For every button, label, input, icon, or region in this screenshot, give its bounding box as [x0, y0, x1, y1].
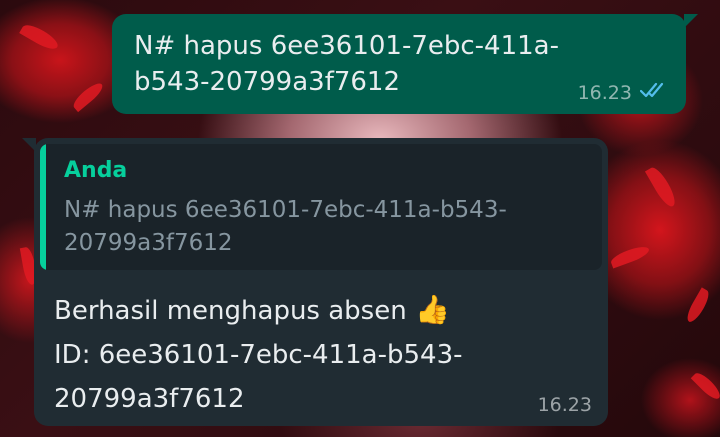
incoming-line-2: ID: 6ee36101-7ebc-411a-b543-20799a3f7612 — [54, 340, 463, 414]
thumbs-up-icon: 👍 — [414, 293, 450, 326]
incoming-message[interactable]: Anda N# hapus 6ee36101-7ebc-411a-b543-20… — [22, 138, 608, 426]
quoted-text: N# hapus 6ee36101-7ebc-411a-b543-20799a3… — [64, 197, 507, 256]
outgoing-message-text: N# hapus 6ee36101-7ebc-411a-b543-20799a3… — [134, 31, 559, 97]
outgoing-message[interactable]: N# hapus 6ee36101-7ebc-411a-b543-20799a3… — [112, 14, 698, 114]
quoted-author: Anda — [64, 158, 128, 183]
quoted-message[interactable]: Anda N# hapus 6ee36101-7ebc-411a-b543-20… — [40, 144, 602, 270]
incoming-message-text: Berhasil menghapus absen 👍 ID: 6ee36101-… — [54, 288, 574, 421]
double-check-read-icon — [639, 81, 668, 104]
outgoing-message-meta: 16.23 — [578, 81, 668, 104]
outgoing-message-time: 16.23 — [577, 81, 632, 104]
incoming-line-1: Berhasil menghapus absen — [54, 296, 407, 326]
incoming-message-time: 16.23 — [537, 394, 592, 416]
quote-accent-bar — [40, 144, 46, 270]
